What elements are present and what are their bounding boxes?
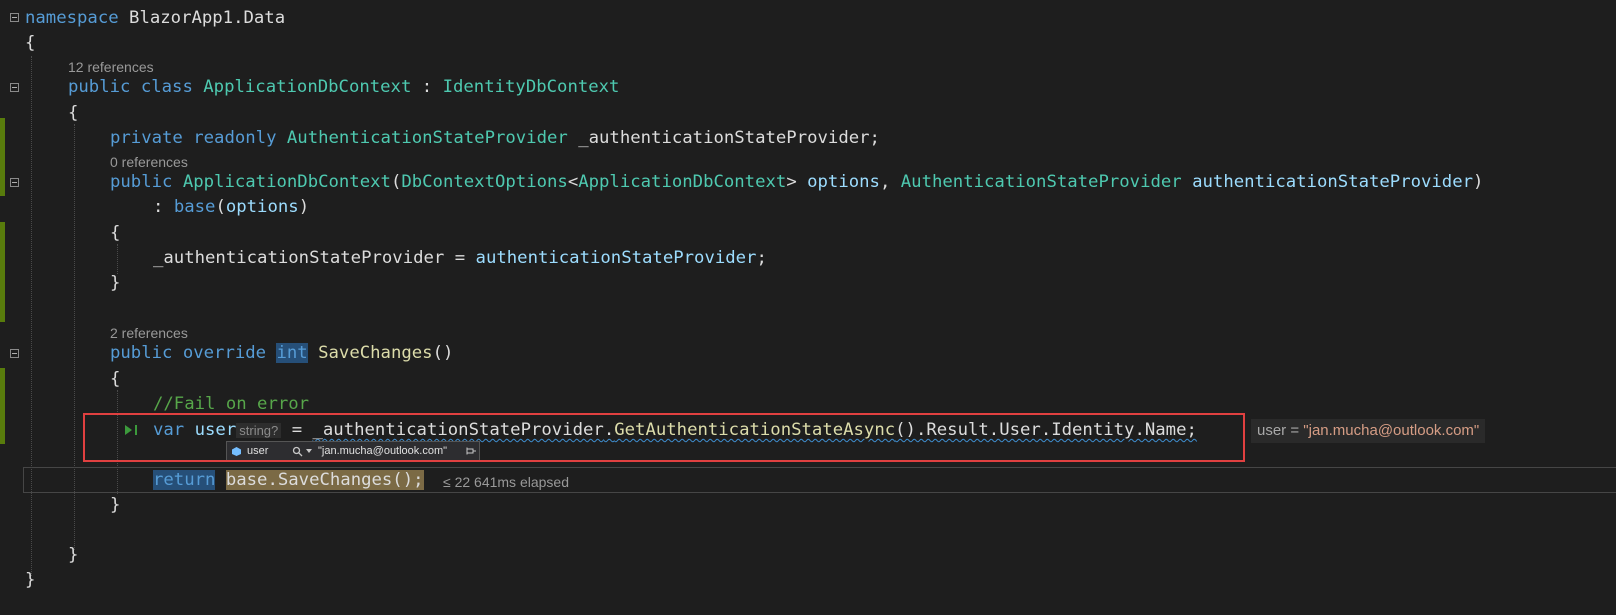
code-line-brace: }: [110, 273, 121, 293]
code-line-field: private readonly AuthenticationStateProv…: [110, 128, 880, 148]
code-line-namespace: namespace BlazorApp1.Data: [25, 8, 286, 28]
code-editor[interactable]: namespace BlazorApp1.Data { 12 reference…: [0, 0, 1616, 615]
codelens-references[interactable]: 12 references: [68, 59, 154, 75]
codelens-references[interactable]: 2 references: [110, 325, 188, 341]
code-line-brace: {: [25, 33, 36, 53]
codelens-references[interactable]: 0 references: [110, 154, 188, 170]
indent-guide: [31, 56, 32, 576]
code-line-base-call: : base(options): [153, 197, 310, 217]
elapsed-perftip[interactable]: ≤ 22 641ms elapsed: [443, 474, 569, 490]
code-line-brace: }: [25, 570, 36, 590]
change-bar: [0, 222, 5, 322]
code-line-method: public override int SaveChanges(): [110, 343, 454, 363]
code-line-brace: {: [110, 223, 121, 243]
code-line-brace: {: [110, 369, 121, 389]
fold-toggle-icon[interactable]: [10, 13, 19, 22]
code-line-return: return base.SaveChanges();: [153, 470, 424, 490]
fold-toggle-icon[interactable]: [10, 349, 19, 358]
change-bar: [0, 368, 5, 444]
code-line-class: public class ApplicationDbContext : Iden…: [68, 77, 620, 97]
code-line-assignment: _authenticationStateProvider = authentic…: [153, 248, 767, 268]
change-bar: [0, 118, 5, 196]
code-line-brace: {: [68, 103, 79, 123]
code-line-constructor: public ApplicationDbContext(DbContextOpt…: [110, 172, 1484, 192]
fold-toggle-icon[interactable]: [10, 83, 19, 92]
code-line-brace: }: [110, 495, 121, 515]
fold-toggle-icon[interactable]: [10, 178, 19, 187]
highlight-box: [83, 413, 1245, 462]
inline-value: user = "jan.mucha@outlook.com": [1251, 419, 1486, 443]
code-line-brace: }: [68, 545, 79, 565]
current-statement: base.SaveChanges();: [225, 470, 424, 490]
